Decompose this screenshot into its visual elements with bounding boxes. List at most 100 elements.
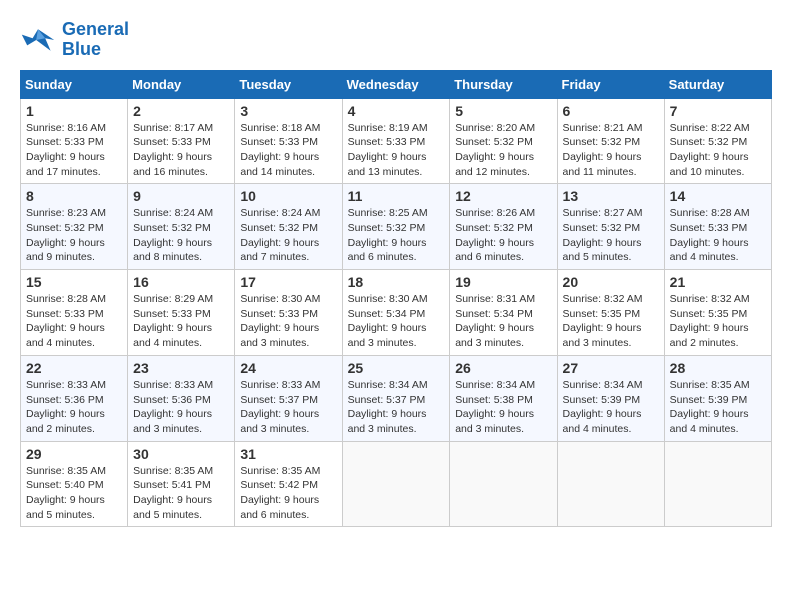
day-info: Sunrise: 8:20 AM Sunset: 5:32 PM Dayligh… <box>455 121 551 180</box>
column-header-wednesday: Wednesday <box>342 70 450 98</box>
day-info: Sunrise: 8:35 AM Sunset: 5:40 PM Dayligh… <box>26 464 122 523</box>
calendar-cell: 5 Sunrise: 8:20 AM Sunset: 5:32 PM Dayli… <box>450 98 557 184</box>
day-info: Sunrise: 8:23 AM Sunset: 5:32 PM Dayligh… <box>26 206 122 265</box>
day-number: 8 <box>26 188 122 204</box>
day-info: Sunrise: 8:33 AM Sunset: 5:36 PM Dayligh… <box>133 378 229 437</box>
calendar-cell: 12 Sunrise: 8:26 AM Sunset: 5:32 PM Dayl… <box>450 184 557 270</box>
calendar-cell <box>450 441 557 527</box>
day-number: 20 <box>563 274 659 290</box>
logo-text: General Blue <box>62 20 129 60</box>
day-info: Sunrise: 8:25 AM Sunset: 5:32 PM Dayligh… <box>348 206 445 265</box>
day-info: Sunrise: 8:29 AM Sunset: 5:33 PM Dayligh… <box>133 292 229 351</box>
calendar-cell <box>342 441 450 527</box>
day-number: 25 <box>348 360 445 376</box>
calendar-cell: 28 Sunrise: 8:35 AM Sunset: 5:39 PM Dayl… <box>664 355 771 441</box>
day-number: 24 <box>240 360 336 376</box>
calendar-cell: 31 Sunrise: 8:35 AM Sunset: 5:42 PM Dayl… <box>235 441 342 527</box>
column-header-monday: Monday <box>128 70 235 98</box>
logo: General Blue <box>20 20 129 60</box>
calendar-cell: 27 Sunrise: 8:34 AM Sunset: 5:39 PM Dayl… <box>557 355 664 441</box>
day-number: 9 <box>133 188 229 204</box>
day-number: 18 <box>348 274 445 290</box>
day-number: 7 <box>670 103 766 119</box>
calendar-cell: 1 Sunrise: 8:16 AM Sunset: 5:33 PM Dayli… <box>21 98 128 184</box>
day-number: 19 <box>455 274 551 290</box>
day-info: Sunrise: 8:28 AM Sunset: 5:33 PM Dayligh… <box>670 206 766 265</box>
day-info: Sunrise: 8:33 AM Sunset: 5:36 PM Dayligh… <box>26 378 122 437</box>
day-info: Sunrise: 8:35 AM Sunset: 5:41 PM Dayligh… <box>133 464 229 523</box>
calendar-cell: 10 Sunrise: 8:24 AM Sunset: 5:32 PM Dayl… <box>235 184 342 270</box>
calendar-cell: 13 Sunrise: 8:27 AM Sunset: 5:32 PM Dayl… <box>557 184 664 270</box>
calendar-cell: 18 Sunrise: 8:30 AM Sunset: 5:34 PM Dayl… <box>342 270 450 356</box>
calendar-cell: 16 Sunrise: 8:29 AM Sunset: 5:33 PM Dayl… <box>128 270 235 356</box>
calendar-cell: 2 Sunrise: 8:17 AM Sunset: 5:33 PM Dayli… <box>128 98 235 184</box>
day-number: 6 <box>563 103 659 119</box>
week-row-5: 29 Sunrise: 8:35 AM Sunset: 5:40 PM Dayl… <box>21 441 772 527</box>
day-number: 2 <box>133 103 229 119</box>
day-info: Sunrise: 8:34 AM Sunset: 5:39 PM Dayligh… <box>563 378 659 437</box>
calendar-cell: 15 Sunrise: 8:28 AM Sunset: 5:33 PM Dayl… <box>21 270 128 356</box>
page-header: General Blue <box>20 20 772 60</box>
day-info: Sunrise: 8:32 AM Sunset: 5:35 PM Dayligh… <box>563 292 659 351</box>
column-header-tuesday: Tuesday <box>235 70 342 98</box>
day-info: Sunrise: 8:33 AM Sunset: 5:37 PM Dayligh… <box>240 378 336 437</box>
day-number: 1 <box>26 103 122 119</box>
calendar-cell: 11 Sunrise: 8:25 AM Sunset: 5:32 PM Dayl… <box>342 184 450 270</box>
day-number: 23 <box>133 360 229 376</box>
day-info: Sunrise: 8:34 AM Sunset: 5:38 PM Dayligh… <box>455 378 551 437</box>
calendar-cell: 24 Sunrise: 8:33 AM Sunset: 5:37 PM Dayl… <box>235 355 342 441</box>
day-number: 11 <box>348 188 445 204</box>
day-info: Sunrise: 8:18 AM Sunset: 5:33 PM Dayligh… <box>240 121 336 180</box>
day-info: Sunrise: 8:31 AM Sunset: 5:34 PM Dayligh… <box>455 292 551 351</box>
day-number: 27 <box>563 360 659 376</box>
calendar-cell: 4 Sunrise: 8:19 AM Sunset: 5:33 PM Dayli… <box>342 98 450 184</box>
calendar-cell: 3 Sunrise: 8:18 AM Sunset: 5:33 PM Dayli… <box>235 98 342 184</box>
day-info: Sunrise: 8:24 AM Sunset: 5:32 PM Dayligh… <box>133 206 229 265</box>
calendar-cell <box>664 441 771 527</box>
day-number: 14 <box>670 188 766 204</box>
calendar-cell: 17 Sunrise: 8:30 AM Sunset: 5:33 PM Dayl… <box>235 270 342 356</box>
day-number: 16 <box>133 274 229 290</box>
column-header-friday: Friday <box>557 70 664 98</box>
calendar-cell: 8 Sunrise: 8:23 AM Sunset: 5:32 PM Dayli… <box>21 184 128 270</box>
day-info: Sunrise: 8:35 AM Sunset: 5:42 PM Dayligh… <box>240 464 336 523</box>
day-info: Sunrise: 8:26 AM Sunset: 5:32 PM Dayligh… <box>455 206 551 265</box>
day-info: Sunrise: 8:35 AM Sunset: 5:39 PM Dayligh… <box>670 378 766 437</box>
day-number: 12 <box>455 188 551 204</box>
day-number: 3 <box>240 103 336 119</box>
calendar-cell: 19 Sunrise: 8:31 AM Sunset: 5:34 PM Dayl… <box>450 270 557 356</box>
week-row-3: 15 Sunrise: 8:28 AM Sunset: 5:33 PM Dayl… <box>21 270 772 356</box>
calendar-cell: 29 Sunrise: 8:35 AM Sunset: 5:40 PM Dayl… <box>21 441 128 527</box>
column-header-sunday: Sunday <box>21 70 128 98</box>
day-number: 29 <box>26 446 122 462</box>
week-row-4: 22 Sunrise: 8:33 AM Sunset: 5:36 PM Dayl… <box>21 355 772 441</box>
day-number: 31 <box>240 446 336 462</box>
calendar-table: SundayMondayTuesdayWednesdayThursdayFrid… <box>20 70 772 528</box>
calendar-cell: 26 Sunrise: 8:34 AM Sunset: 5:38 PM Dayl… <box>450 355 557 441</box>
column-header-saturday: Saturday <box>664 70 771 98</box>
day-number: 30 <box>133 446 229 462</box>
day-number: 4 <box>348 103 445 119</box>
calendar-cell: 30 Sunrise: 8:35 AM Sunset: 5:41 PM Dayl… <box>128 441 235 527</box>
calendar-cell: 21 Sunrise: 8:32 AM Sunset: 5:35 PM Dayl… <box>664 270 771 356</box>
day-info: Sunrise: 8:17 AM Sunset: 5:33 PM Dayligh… <box>133 121 229 180</box>
day-info: Sunrise: 8:32 AM Sunset: 5:35 PM Dayligh… <box>670 292 766 351</box>
day-number: 5 <box>455 103 551 119</box>
day-info: Sunrise: 8:16 AM Sunset: 5:33 PM Dayligh… <box>26 121 122 180</box>
day-info: Sunrise: 8:24 AM Sunset: 5:32 PM Dayligh… <box>240 206 336 265</box>
calendar-cell: 6 Sunrise: 8:21 AM Sunset: 5:32 PM Dayli… <box>557 98 664 184</box>
day-number: 22 <box>26 360 122 376</box>
calendar-cell: 7 Sunrise: 8:22 AM Sunset: 5:32 PM Dayli… <box>664 98 771 184</box>
calendar-cell: 22 Sunrise: 8:33 AM Sunset: 5:36 PM Dayl… <box>21 355 128 441</box>
day-number: 13 <box>563 188 659 204</box>
calendar-cell: 23 Sunrise: 8:33 AM Sunset: 5:36 PM Dayl… <box>128 355 235 441</box>
day-number: 17 <box>240 274 336 290</box>
day-info: Sunrise: 8:22 AM Sunset: 5:32 PM Dayligh… <box>670 121 766 180</box>
week-row-1: 1 Sunrise: 8:16 AM Sunset: 5:33 PM Dayli… <box>21 98 772 184</box>
calendar-cell: 25 Sunrise: 8:34 AM Sunset: 5:37 PM Dayl… <box>342 355 450 441</box>
calendar-header-row: SundayMondayTuesdayWednesdayThursdayFrid… <box>21 70 772 98</box>
day-number: 15 <box>26 274 122 290</box>
calendar-cell: 9 Sunrise: 8:24 AM Sunset: 5:32 PM Dayli… <box>128 184 235 270</box>
calendar-cell: 20 Sunrise: 8:32 AM Sunset: 5:35 PM Dayl… <box>557 270 664 356</box>
calendar-cell: 14 Sunrise: 8:28 AM Sunset: 5:33 PM Dayl… <box>664 184 771 270</box>
